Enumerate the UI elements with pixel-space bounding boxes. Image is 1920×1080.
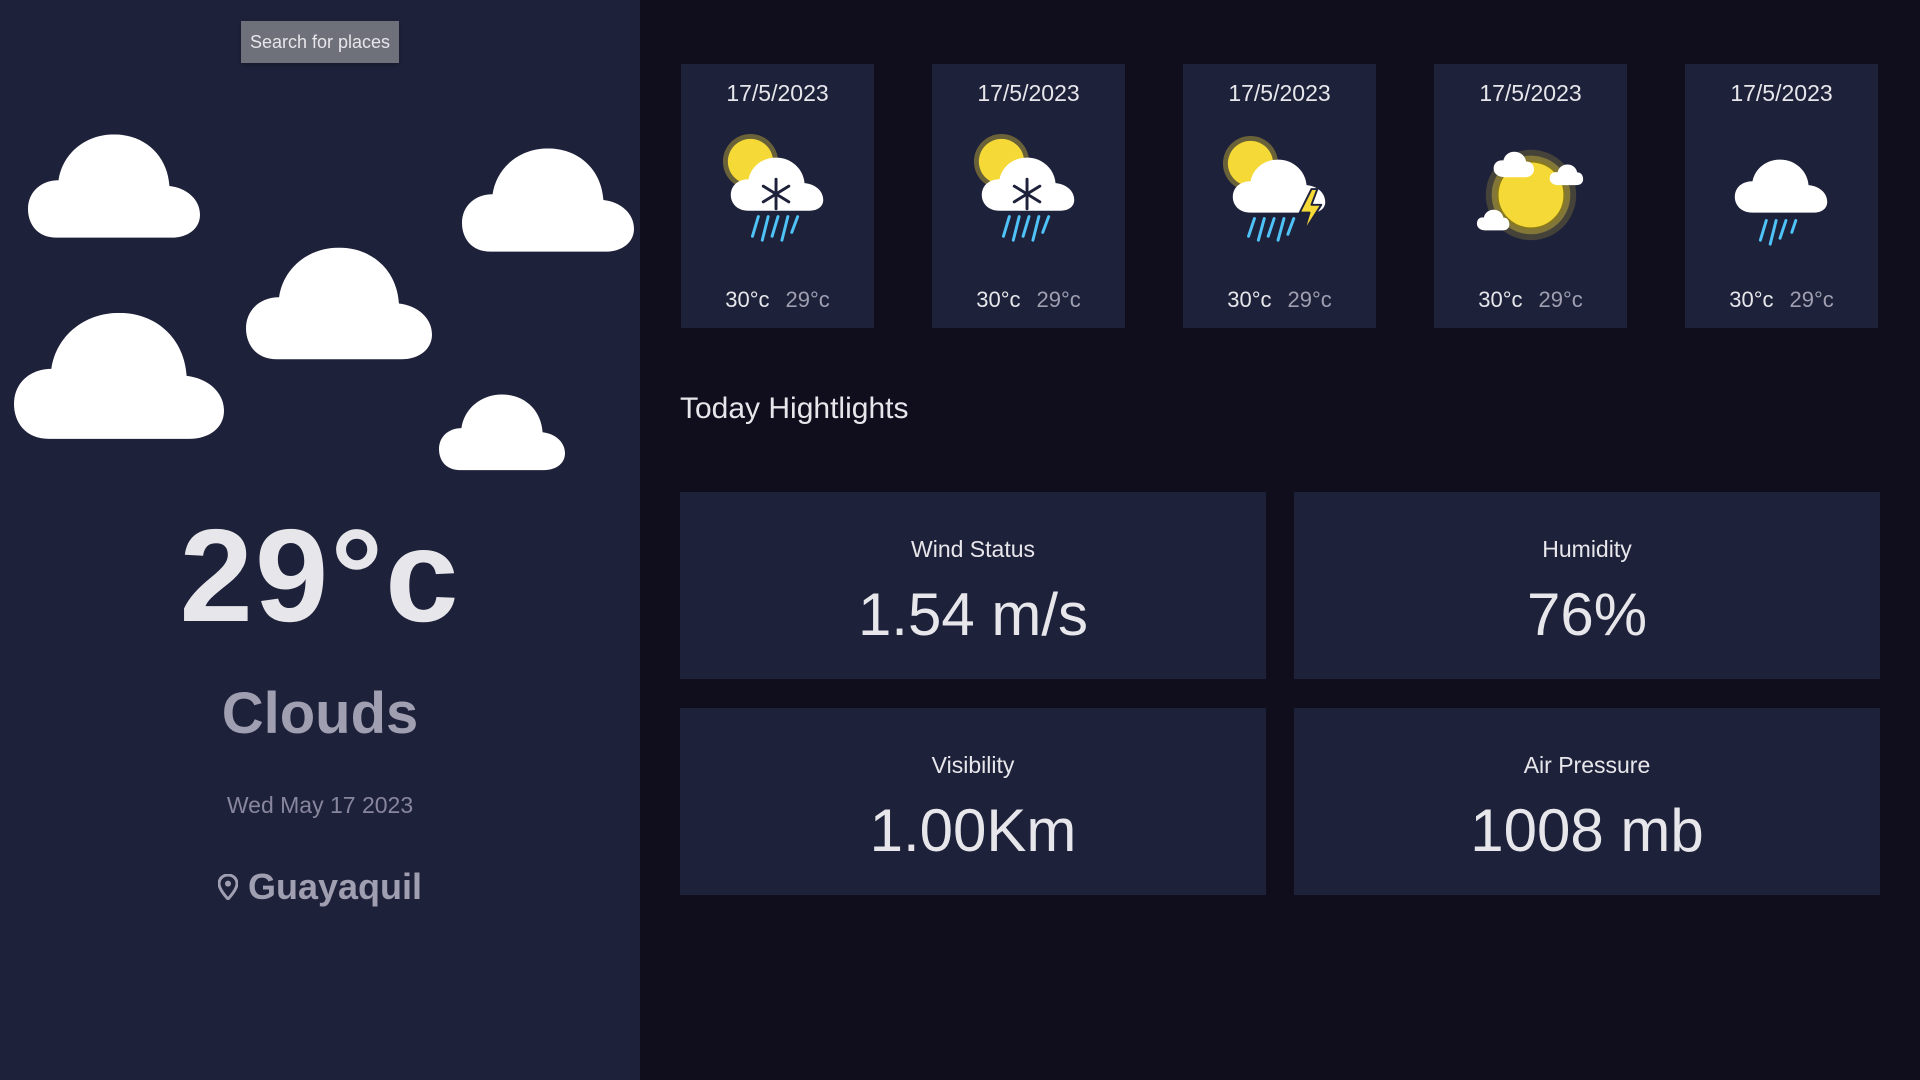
- humidity-value: 76%: [1526, 581, 1648, 648]
- map-pin-icon: [217, 874, 238, 900]
- location: Guayaquil: [0, 866, 640, 908]
- air-pressure-card: Air Pressure 1008 mb: [1294, 708, 1880, 895]
- forecast-max-temp: 30°c: [725, 287, 770, 312]
- forecast-max-temp: 30°c: [1729, 287, 1774, 312]
- forecast-card: 17/5/2023 30°c 29°c: [932, 64, 1125, 328]
- cloud-icon: [246, 247, 432, 362]
- forecast-card: 17/5/2023 30°c 29°c: [1685, 64, 1878, 328]
- air-pressure-value: 1008 mb: [1470, 797, 1704, 864]
- forecast-max-temp: 30°c: [1227, 287, 1272, 312]
- sun-cloud-snow-icon: [722, 134, 824, 242]
- humidity-card: Humidity 76%: [1294, 492, 1880, 679]
- forecast-date: 17/5/2023: [977, 80, 1080, 106]
- forecast-card: 17/5/2023 30°c 29°c: [681, 64, 874, 328]
- forecast-max-temp: 30°c: [1478, 287, 1523, 312]
- forecast-temps: 30°c 29°c: [681, 287, 874, 313]
- highlights-title: Today Hightlights: [680, 392, 909, 425]
- forecast-max-temp: 30°c: [976, 287, 1021, 312]
- forecast-temps: 30°c 29°c: [1434, 287, 1627, 313]
- sun-cloud-snow-icon: [973, 134, 1075, 242]
- forecast-date: 17/5/2023: [1228, 80, 1331, 106]
- forecast-temps: 30°c 29°c: [932, 287, 1125, 313]
- location-name: Guayaquil: [247, 866, 423, 907]
- forecast-card: 17/5/2023 30°c 29°c: [1434, 64, 1627, 328]
- cloud-icon: [462, 148, 634, 254]
- weather-condition: Clouds: [221, 681, 419, 746]
- forecast-date: 17/5/2023: [1730, 80, 1833, 106]
- forecast-card: 17/5/2023 30°c 29°c: [1183, 64, 1376, 328]
- sun-cloud-thunderstorm-icon: [1222, 135, 1326, 242]
- forecast-min-temp: 29°c: [785, 287, 830, 312]
- cloud-icon: [28, 134, 200, 240]
- sidebar: Search for places 29°c Clouds Wed May 17…: [0, 0, 640, 1080]
- visibility-card: Visibility 1.00Km: [680, 708, 1266, 895]
- current-temperature: 29°c: [179, 502, 461, 649]
- sun-with-clouds-icon: [1476, 149, 1584, 241]
- visibility-label: Visibility: [931, 752, 1015, 778]
- forecast-min-temp: 29°c: [1036, 287, 1081, 312]
- wind-status-label: Wind Status: [911, 536, 1035, 562]
- cloud-icon: [14, 312, 224, 442]
- wind-status-value: 1.54 m/s: [857, 581, 1089, 648]
- forecast-temps: 30°c 29°c: [1685, 287, 1878, 313]
- current-date: Wed May 17 2023: [226, 792, 414, 818]
- forecast-date: 17/5/2023: [726, 80, 829, 106]
- search-places-button[interactable]: Search for places: [241, 21, 399, 63]
- forecast-min-temp: 29°c: [1287, 287, 1332, 312]
- humidity-label: Humidity: [1542, 536, 1632, 562]
- visibility-value: 1.00Km: [869, 797, 1077, 864]
- forecast-temps: 30°c 29°c: [1183, 287, 1376, 313]
- wind-status-card: Wind Status 1.54 m/s: [680, 492, 1266, 679]
- cloud-icon: [439, 394, 565, 472]
- cloud-rain-icon: [1734, 159, 1828, 246]
- forecast-min-temp: 29°c: [1538, 287, 1583, 312]
- forecast-min-temp: 29°c: [1789, 287, 1834, 312]
- air-pressure-label: Air Pressure: [1523, 752, 1651, 778]
- forecast-date: 17/5/2023: [1479, 80, 1582, 106]
